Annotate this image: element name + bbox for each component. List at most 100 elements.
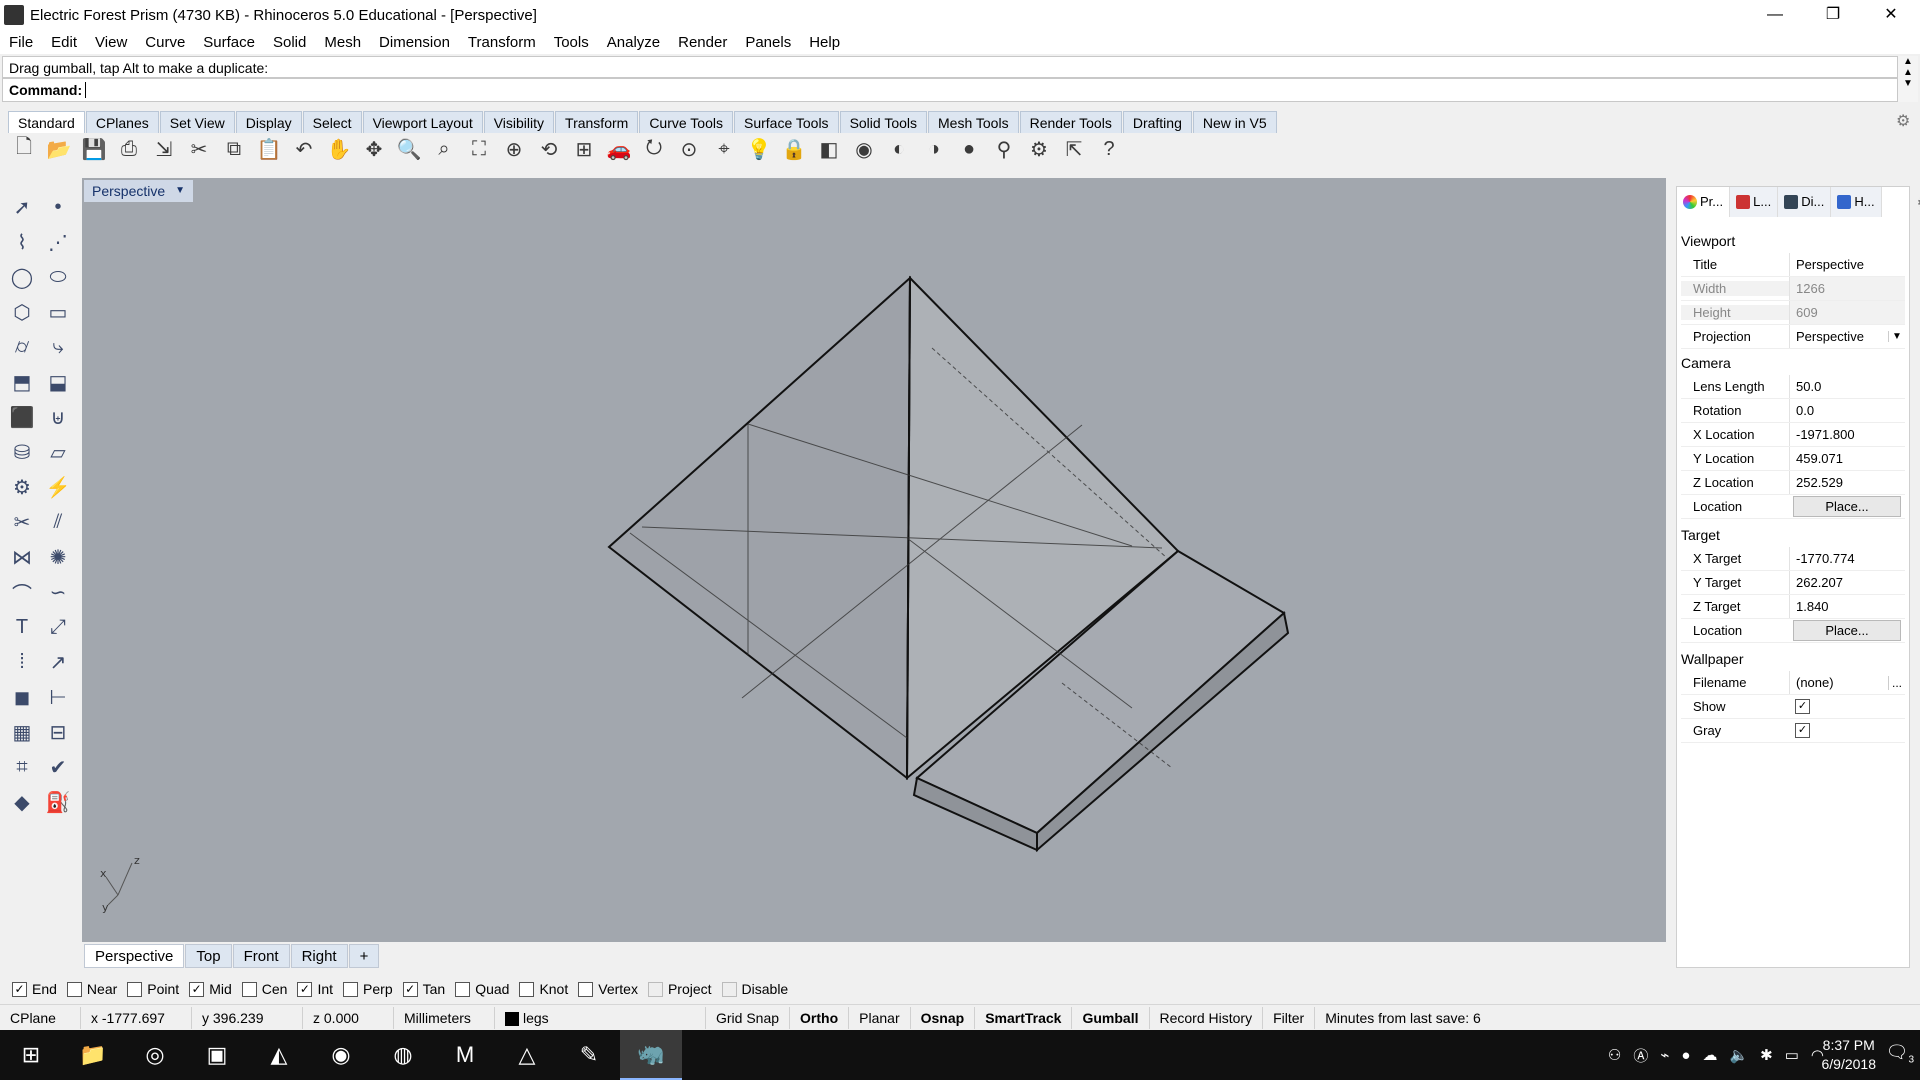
filter-toggle[interactable]: Filter [1263,1007,1316,1029]
boolean-union-icon[interactable]: ⊎ [40,400,76,435]
current-layer[interactable]: legs [495,1007,706,1029]
browse-button[interactable]: ... [1888,675,1905,690]
scale-icon[interactable]: ⤢ [40,610,76,645]
toolbar-settings-gear-icon[interactable]: ⚙ [1896,111,1910,131]
camera-place-button[interactable]: Place... [1793,496,1901,517]
show-checkbox[interactable]: ✓ [1795,699,1810,714]
toolbar-tab-new-in-v5[interactable]: New in V5 [1192,111,1277,133]
osnap-tan-checkbox[interactable]: ✓ [402,981,418,997]
menu-transform[interactable]: Transform [459,34,545,51]
projection-select[interactable]: Perspective [1789,325,1888,348]
clock[interactable]: 8:37 PM 6/9/2018 [1822,1036,1877,1074]
menu-view[interactable]: View [86,34,136,51]
toolbar-tab-drafting[interactable]: Drafting [1122,111,1192,133]
menu-file[interactable]: File [0,34,42,51]
control-points-icon[interactable]: ⋰ [40,225,76,260]
menu-render[interactable]: Render [669,34,736,51]
gray-checkbox[interactable]: ✓ [1795,723,1810,738]
polyline-icon[interactable]: ⌇ [4,225,40,260]
circle-icon[interactable]: ◯ [4,260,40,295]
menu-mesh[interactable]: Mesh [315,34,370,51]
viewport-tab-perspective[interactable]: Perspective [84,944,185,968]
import-icon[interactable]: ⇲ [150,135,178,163]
join-icon[interactable]: ⋈ [4,540,40,575]
rotation-field[interactable]: 0.0 [1789,399,1905,422]
z-location-field[interactable]: 252.529 [1789,471,1905,494]
toolbar-tab-mesh-tools[interactable]: Mesh Tools [928,111,1019,133]
osnap-point-checkbox[interactable] [127,981,143,997]
osnap-mid-checkbox[interactable]: ✓ [189,981,205,997]
prism-model-wireframe[interactable] [82,178,1666,942]
toolbar-tab-set-view[interactable]: Set View [159,111,235,133]
osnap-near-checkbox[interactable] [66,981,82,997]
panel-settings-gear-icon[interactable]: ⚙ [1917,193,1920,213]
menu-analyze[interactable]: Analyze [598,34,669,51]
cylinder-icon[interactable]: ⛁ [4,435,40,470]
rotate-view-icon[interactable]: ⟲ [535,135,563,163]
trim-icon[interactable]: ✂ [4,505,40,540]
osnap-end-checkbox[interactable]: ✓ [12,981,27,997]
taskbar-firefox-icon[interactable]: ◍ [372,1030,434,1080]
viewport-tab-top[interactable]: Top [185,944,232,968]
render-sphere-icon[interactable]: ◐ [885,135,913,163]
osnap-knot[interactable]: Knot [519,981,568,997]
move-view-icon[interactable]: ✥ [360,135,388,163]
taskbar-maya-icon[interactable]: M [434,1030,496,1080]
people-icon[interactable]: ⚇ [1608,1046,1621,1064]
viewport-tab-right[interactable]: Right [290,944,348,968]
orient-icon[interactable]: ↗ [40,645,76,680]
polygon-icon[interactable]: ⬡ [4,295,40,330]
zoom-window-icon[interactable]: 🔍 [395,135,423,163]
mesh-icon[interactable]: ⌗ [4,750,40,785]
render-bucket-icon[interactable]: ⛽ [40,785,76,820]
cplane-label[interactable]: CPlane [0,1007,81,1029]
pan-icon[interactable]: ✋ [325,135,353,163]
taskbar-paint-icon[interactable]: ✎ [558,1030,620,1080]
osnap-project-checkbox[interactable] [647,981,663,997]
rhino-solid-icon[interactable]: ◆ [4,785,40,820]
osnap-tan[interactable]: ✓ Tan [402,981,445,997]
taskbar-drive-icon[interactable]: △ [496,1030,558,1080]
menu-solid[interactable]: Solid [264,34,315,51]
y-target-field[interactable]: 262.207 [1789,571,1905,594]
tab-properties[interactable]: Pr... [1677,187,1731,217]
analyze-icon[interactable]: ⚡ [40,470,76,505]
settings-icon[interactable]: ⚙ [1025,135,1053,163]
toolbar-tab-render-tools[interactable]: Render Tools [1019,111,1122,133]
x-location-field[interactable]: -1971.800 [1789,423,1905,446]
copy-icon[interactable]: ⧉ [220,135,248,163]
smarttrack-toggle[interactable]: SmartTrack [975,1007,1073,1029]
y-location-field[interactable]: 459.071 [1789,447,1905,470]
osnap-knot-checkbox[interactable] [519,981,535,997]
osnap-perp-checkbox[interactable] [343,981,359,997]
text-icon[interactable]: T [4,610,40,645]
explode-icon[interactable]: ✺ [40,540,76,575]
properties-icon[interactable]: ⊙ [675,135,703,163]
filename-field[interactable]: (none) [1789,671,1888,694]
battery-icon[interactable]: ▭ [1785,1046,1799,1064]
ortho-toggle[interactable]: Ortho [790,1007,850,1029]
spotify-tray-icon[interactable]: ● [1681,1047,1690,1064]
extrude-icon[interactable]: ⬒ [4,365,40,400]
array-icon[interactable]: ⁞ [4,645,40,680]
minimize-button[interactable]: — [1746,0,1804,30]
toolbar-tab-surface-tools[interactable]: Surface Tools [733,111,839,133]
osnap-end[interactable]: ✓ End [12,981,57,997]
fillet-curve-icon[interactable]: ⤷ [40,330,76,365]
box-icon[interactable]: ⬛ [4,400,40,435]
point-icon[interactable]: • [40,190,76,225]
osnap-quad[interactable]: Quad [455,981,509,997]
osnap-cen-checkbox[interactable] [241,981,257,997]
lock-icon[interactable]: 🔒 [780,135,808,163]
solid-box-icon[interactable]: ◼ [4,680,40,715]
toolbar-tab-curve-tools[interactable]: Curve Tools [639,111,733,133]
x-target-field[interactable]: -1770.774 [1789,547,1905,570]
transform-icon[interactable]: ⇱ [1060,135,1088,163]
perspective-viewport[interactable] [82,178,1666,942]
target-place-button[interactable]: Place... [1793,620,1901,641]
toolbar-tab-cplanes[interactable]: CPlanes [85,111,159,133]
projection-chevron-down-icon[interactable]: ▼ [1888,331,1905,342]
gear-icon[interactable]: ⚙ [4,470,40,505]
zoom-selected-icon[interactable]: ⊕ [500,135,528,163]
menu-dimension[interactable]: Dimension [370,34,459,51]
